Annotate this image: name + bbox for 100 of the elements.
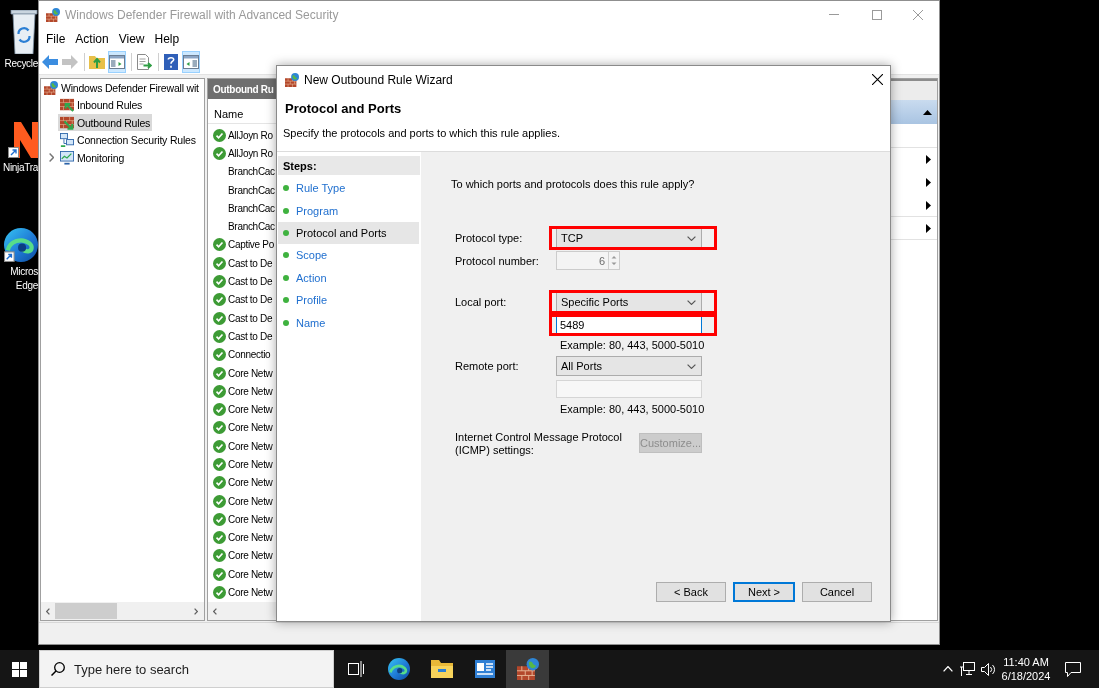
rule-list-item[interactable]: BranchCac (208, 162, 275, 181)
chevron-right-icon[interactable] (194, 607, 198, 615)
menu-item[interactable]: Help (149, 29, 185, 48)
back-button[interactable]: < Back (656, 582, 726, 602)
bullet-icon (283, 185, 289, 192)
slanted-n-logo-icon[interactable] (8, 122, 38, 158)
rule-list-item[interactable]: Core Netw (208, 363, 273, 383)
rule-list-item[interactable]: Core Netw (208, 400, 273, 419)
rule-list-item[interactable]: Cast to De (208, 308, 273, 328)
dropdown[interactable]: TCP (556, 228, 702, 248)
chevron-right-icon[interactable] (49, 153, 54, 163)
rule-list-item[interactable]: Core Netw (208, 382, 273, 401)
brick-wall-globe-icon (44, 80, 58, 95)
rule-list-item[interactable]: Connectio (208, 345, 271, 364)
rule-list-item[interactable]: Cast to De (208, 290, 273, 309)
wizard-subtitle: Specify the protocols and ports to which this rule applies. (283, 127, 560, 139)
desktop-icon-label: Recycle (4, 57, 38, 71)
menu-item[interactable]: View (113, 29, 150, 48)
tree-item[interactable]: Inbound Rules (58, 96, 145, 114)
show-action-pane-button[interactable] (182, 50, 200, 73)
step-link[interactable]: Protocol and Ports (278, 221, 419, 245)
bullet-icon (283, 274, 289, 281)
triangle-right-icon (926, 177, 931, 187)
rule-list-item[interactable]: Core Netw (208, 455, 273, 474)
rule-list-item[interactable]: Cast to De (208, 327, 273, 346)
dropdown[interactable]: All Ports (556, 356, 702, 376)
notification-icon (1065, 661, 1081, 677)
rule-list-item[interactable]: BranchCac (208, 199, 275, 218)
chevron-down-icon (687, 299, 696, 305)
chevron-left-icon[interactable] (45, 607, 50, 615)
chevron-up-icon (942, 666, 953, 672)
column-header[interactable]: Name (214, 107, 244, 120)
help-icon (164, 53, 178, 70)
panel-left-icon (109, 54, 125, 69)
recycle-bin-icon[interactable] (10, 10, 38, 54)
rule-list-item[interactable]: AllJoyn Ro (208, 144, 273, 163)
scrollbar-thumb[interactable] (55, 603, 117, 619)
tree-item[interactable]: Outbound Rules (58, 114, 153, 132)
step-link[interactable]: Action (278, 266, 419, 289)
tree-item[interactable]: Monitoring (58, 149, 127, 167)
menu-item[interactable]: File (41, 29, 71, 48)
window-title: Windows Defender Firewall with Advanced Security (65, 7, 339, 22)
wave-logo-icon[interactable] (4, 228, 38, 262)
step-link[interactable]: Scope (278, 244, 419, 267)
chevron-down-icon (687, 363, 696, 369)
folder-up-icon (89, 54, 105, 69)
rule-list-item[interactable]: Core Netw (208, 565, 273, 584)
brick-wall-arrow-icon (60, 115, 74, 130)
rule-list-item[interactable]: Cast to De (208, 272, 273, 291)
rule-list-item[interactable]: Core Netw (208, 528, 273, 547)
cancel-button[interactable]: Cancel (802, 582, 872, 602)
step-link[interactable]: Rule Type (278, 177, 419, 200)
rule-list-item[interactable]: Captive Po (208, 235, 274, 255)
rule-list-item[interactable]: Core Netw (208, 546, 273, 566)
field-label: Local port: (455, 296, 507, 308)
step-link[interactable]: Program (278, 199, 419, 222)
section-header[interactable] (891, 100, 937, 124)
tree-item[interactable]: Windows Defender Firewall wit (42, 79, 201, 97)
speaker-icon (981, 662, 996, 676)
menu-item[interactable]: Action (70, 29, 114, 48)
minimize-icon (829, 14, 839, 15)
bullet-icon (283, 252, 289, 259)
brick-wall-globe-icon (285, 72, 299, 87)
brick-wall-globe-icon (46, 7, 60, 22)
show-tree-button[interactable] (108, 50, 126, 73)
clock-time[interactable]: 11:40 AM (1003, 655, 1049, 669)
document-arrow-icon (136, 53, 152, 70)
clock-date[interactable]: 6/18/2024 (1001, 669, 1051, 683)
step-link[interactable]: Name (278, 311, 419, 334)
rule-list-item[interactable]: Core Netw (208, 418, 273, 438)
rule-list-item[interactable]: Core Netw (208, 473, 273, 492)
step-link[interactable]: Profile (278, 288, 419, 312)
chevron-left-icon[interactable] (212, 607, 217, 615)
wave-logo-icon (387, 658, 410, 680)
steps-header: Steps: (278, 156, 420, 175)
example-hint: Example: 80, 443, 5000-5010 (560, 403, 705, 415)
spinner-arrows-icon (608, 252, 619, 269)
rule-list-item[interactable]: BranchCac (208, 180, 275, 200)
rule-list-item[interactable]: BranchCac (208, 217, 275, 236)
next-button[interactable]: Next > (733, 582, 795, 602)
arrow-left-icon (42, 54, 58, 69)
rule-list-item[interactable]: Core Netw (208, 510, 273, 529)
bullet-icon (283, 207, 289, 214)
triangle-right-icon (926, 154, 931, 164)
search-icon (51, 662, 65, 676)
rule-list-item[interactable]: AllJoyn Ro (208, 126, 273, 145)
arrow-right-icon (62, 54, 78, 69)
monitor-chart-icon (60, 150, 74, 165)
search-field[interactable]: Type here to search (39, 650, 334, 688)
close-icon (871, 74, 883, 85)
field-label: Protocol type: (455, 232, 523, 244)
horizontal-scrollbar[interactable] (41, 602, 204, 620)
rule-list-item[interactable]: Core Netw (208, 491, 273, 511)
bullet-icon (283, 229, 289, 236)
icmp-settings-label: Internet Control Message Protocol (ICMP) settings: (455, 431, 623, 457)
rule-list-item[interactable]: Core Netw (208, 437, 273, 456)
rule-list-item[interactable]: Core Netw (208, 583, 273, 602)
tree-item[interactable]: Connection Security Rules (58, 131, 198, 149)
dropdown[interactable]: Specific Ports (556, 292, 702, 312)
rule-list-item[interactable]: Cast to De (208, 254, 273, 273)
